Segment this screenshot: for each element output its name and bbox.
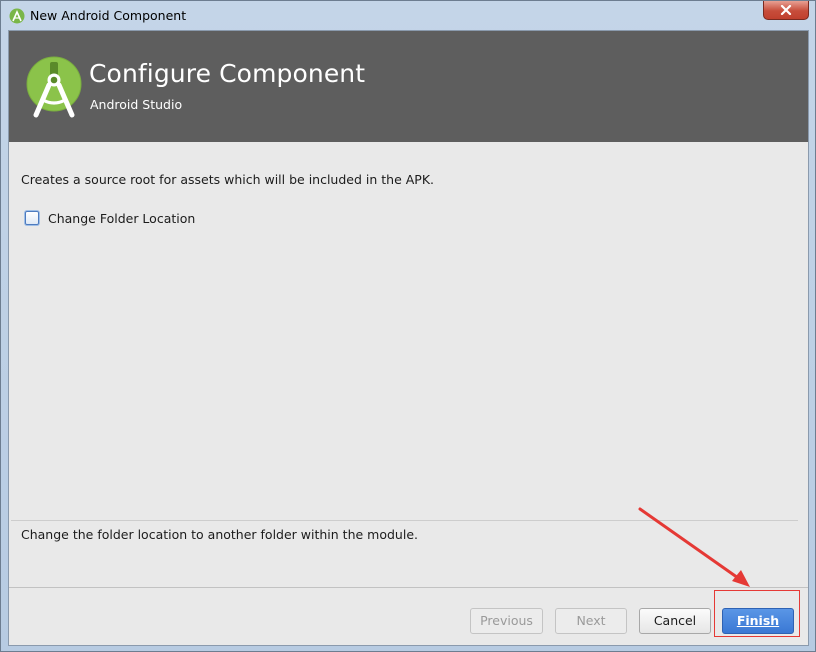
previous-button[interactable]: Previous	[470, 608, 543, 634]
close-icon	[780, 5, 792, 15]
component-description: Creates a source root for assets which w…	[21, 172, 435, 187]
android-studio-logo-icon	[26, 56, 82, 118]
header-banner: Configure Component Android Studio	[9, 31, 808, 142]
title-bar[interactable]: New Android Component	[1, 1, 815, 30]
button-bar-divider	[9, 587, 808, 588]
next-button[interactable]: Next	[555, 608, 627, 634]
page-subtitle: Android Studio	[90, 97, 183, 112]
change-folder-location-row[interactable]: Change Folder Location	[25, 209, 195, 227]
page-title: Configure Component	[89, 59, 366, 88]
cancel-button[interactable]: Cancel	[639, 608, 711, 634]
change-folder-location-label[interactable]: Change Folder Location	[48, 211, 195, 226]
change-folder-location-checkbox[interactable]	[25, 211, 39, 225]
close-button[interactable]	[763, 1, 809, 20]
dialog-content: Configure Component Android Studio Creat…	[8, 30, 809, 646]
dialog-window: New Android Component Configure Componen…	[0, 0, 816, 652]
finish-highlight-box	[714, 590, 800, 637]
help-divider	[11, 520, 798, 521]
help-text: Change the folder location to another fo…	[21, 527, 418, 542]
window-title: New Android Component	[30, 8, 187, 23]
android-studio-icon	[9, 8, 25, 24]
